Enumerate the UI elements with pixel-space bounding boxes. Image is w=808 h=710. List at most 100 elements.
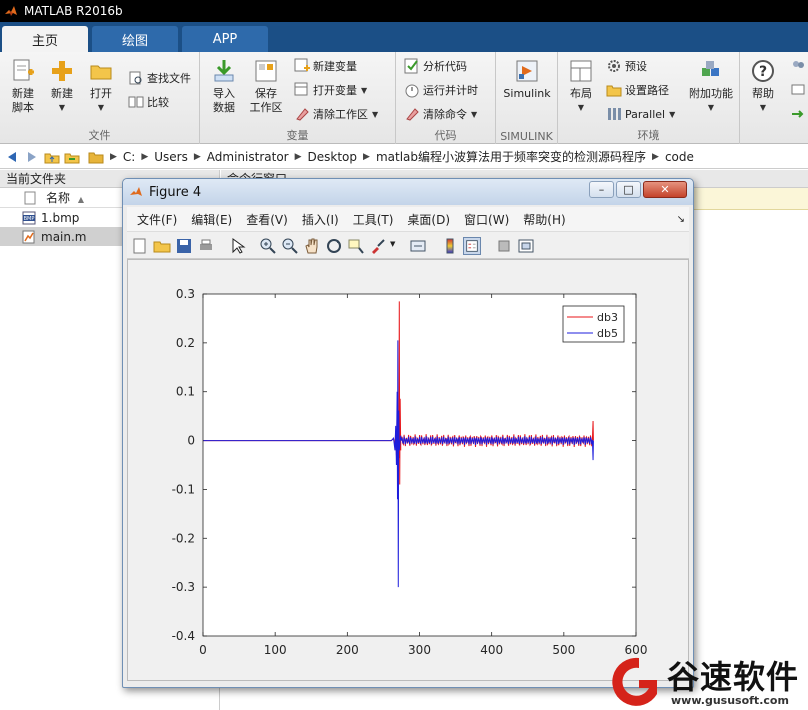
simulink-button[interactable]: Simulink	[500, 58, 554, 101]
set-path-button[interactable]: 设置路径	[606, 82, 669, 98]
breadcrumb-desktop[interactable]: Desktop	[308, 150, 358, 164]
tab-home[interactable]: 主页	[2, 26, 88, 52]
breadcrumb-project-folder[interactable]: matlab编程小波算法用于频率突变的检测源码程序	[376, 148, 646, 165]
plot-legend[interactable]: db3db5	[562, 305, 625, 343]
plus-icon	[52, 61, 72, 81]
zoom-in-icon[interactable]	[259, 237, 277, 255]
layout-label: 布局	[570, 87, 592, 100]
new-label: 新建	[51, 87, 73, 100]
learn-matlab-icon[interactable]	[790, 106, 806, 122]
clear-commands-button[interactable]: 清除命令 ▼	[404, 106, 477, 122]
menu-help[interactable]: 帮助(H)	[523, 211, 565, 228]
find-files-button[interactable]: 查找文件	[128, 70, 191, 86]
menu-edit[interactable]: 编辑(E)	[191, 211, 232, 228]
new-variable-button[interactable]: 新建变量	[294, 58, 357, 74]
ribbon-group-file: 新建 脚本 新建 ▼ 打开 ▼ 查找文件 比较 文件	[0, 52, 200, 144]
colorbar-icon[interactable]	[441, 237, 459, 255]
open-button[interactable]: 打开 ▼	[84, 58, 118, 115]
request-support-icon[interactable]	[790, 82, 806, 98]
breadcrumb-code[interactable]: code	[665, 150, 694, 164]
link-plot-icon[interactable]	[409, 237, 427, 255]
menu-view[interactable]: 查看(V)	[246, 211, 288, 228]
show-plot-tools-icon[interactable]	[517, 237, 535, 255]
menu-desktop[interactable]: 桌面(D)	[407, 211, 450, 228]
legend-label-db3: db3	[597, 311, 618, 324]
legend-icon[interactable]	[463, 237, 481, 255]
figure-window[interactable]: Figure 4 – □ ✕ 文件(F) 编辑(E) 查看(V) 插入(I) 工…	[122, 178, 694, 688]
breadcrumb-drive[interactable]: C:	[123, 150, 135, 164]
app-titlebar: MATLAB R2016b	[0, 0, 808, 22]
back-arrow-icon[interactable]	[4, 149, 20, 165]
forward-arrow-icon[interactable]	[24, 149, 40, 165]
file-name: main.m	[41, 229, 87, 244]
new-script-button[interactable]: 新建 脚本	[6, 58, 40, 115]
legend-label-db5: db5	[597, 327, 618, 340]
tab-apps[interactable]: APP	[182, 26, 268, 52]
line-plot[interactable]: 0 100 200 300 400 500 6000.30.20.10-0.1-0.2-0.…	[128, 260, 688, 680]
tab-plots[interactable]: 绘图	[92, 26, 178, 52]
dock-arrow-icon[interactable]: ↘	[677, 214, 685, 225]
chevron-down-icon: ▼	[58, 103, 66, 112]
ribbon-group-help: ? 帮助 ▼	[740, 52, 808, 144]
new-script-icon	[13, 59, 34, 81]
pointer-icon[interactable]	[229, 237, 247, 255]
new-button[interactable]: 新建 ▼	[46, 58, 78, 115]
add-ons-button[interactable]: 附加功能 ▼	[684, 58, 738, 115]
simulink-label: Simulink	[503, 87, 551, 100]
menu-file[interactable]: 文件(F)	[137, 211, 177, 228]
open-variable-icon	[294, 82, 308, 96]
parallel-label: Parallel	[625, 107, 666, 121]
browse-folder-icon[interactable]	[64, 149, 80, 165]
hide-plot-tools-icon[interactable]	[495, 237, 513, 255]
import-icon	[214, 60, 234, 82]
new-variable-icon	[294, 58, 310, 72]
figure-title: Figure 4	[149, 184, 202, 200]
chevron-down-icon[interactable]: ▼	[390, 240, 395, 248]
breadcrumb-administrator[interactable]: Administrator	[207, 150, 289, 164]
menu-window[interactable]: 窗口(W)	[464, 211, 509, 228]
up-folder-icon[interactable]	[44, 149, 60, 165]
save-workspace-button[interactable]: 保存 工作区	[246, 58, 286, 115]
close-button[interactable]: ✕	[643, 181, 687, 198]
preferences-button[interactable]: 预设	[606, 58, 647, 74]
help-icon: ?	[752, 60, 774, 82]
community-icon[interactable]	[790, 58, 806, 74]
m-file-icon	[22, 230, 35, 243]
group-label-simulink: SIMULINK	[500, 130, 553, 143]
parallel-button[interactable]: Parallel ▼	[606, 106, 675, 122]
compare-button[interactable]: 比较	[128, 94, 169, 110]
run-and-time-button[interactable]: 运行并计时	[404, 82, 478, 98]
set-path-label: 设置路径	[625, 84, 669, 97]
breadcrumb-users[interactable]: Users	[154, 150, 188, 164]
data-cursor-icon[interactable]	[347, 237, 365, 255]
find-files-icon	[129, 71, 142, 85]
import-data-button[interactable]: 导入 数据	[208, 58, 240, 115]
new-figure-icon[interactable]	[131, 237, 149, 255]
brush-icon[interactable]	[369, 237, 387, 255]
menu-insert[interactable]: 插入(I)	[302, 211, 339, 228]
save-workspace-icon	[255, 60, 277, 82]
y-tick-label: -0.4	[172, 629, 195, 643]
print-icon[interactable]	[197, 237, 215, 255]
save-icon[interactable]	[175, 237, 193, 255]
help-button[interactable]: ? 帮助 ▼	[746, 58, 780, 115]
layout-button[interactable]: 布局 ▼	[564, 58, 598, 115]
clear-workspace-button[interactable]: 清除工作区 ▼	[294, 106, 378, 122]
analyze-code-button[interactable]: 分析代码	[404, 58, 467, 74]
compare-label: 比较	[147, 96, 169, 109]
pan-hand-icon[interactable]	[303, 237, 321, 255]
rotate-3d-icon[interactable]	[325, 237, 343, 255]
figure-toolbar: ▼	[127, 231, 689, 259]
open-variable-button[interactable]: 打开变量 ▼	[294, 82, 367, 98]
analyze-code-label: 分析代码	[423, 60, 467, 73]
breadcrumb-separator-icon: ▶	[110, 151, 117, 162]
open-file-icon[interactable]	[153, 237, 171, 255]
restore-button[interactable]: □	[616, 181, 641, 198]
minimize-button[interactable]: –	[589, 181, 614, 198]
find-files-label: 查找文件	[147, 72, 191, 85]
plot-axes-area[interactable]	[203, 294, 636, 636]
menu-tools[interactable]: 工具(T)	[353, 211, 394, 228]
y-tick-label: -0.1	[172, 482, 195, 496]
zoom-out-icon[interactable]	[281, 237, 299, 255]
file-icon	[24, 191, 36, 205]
